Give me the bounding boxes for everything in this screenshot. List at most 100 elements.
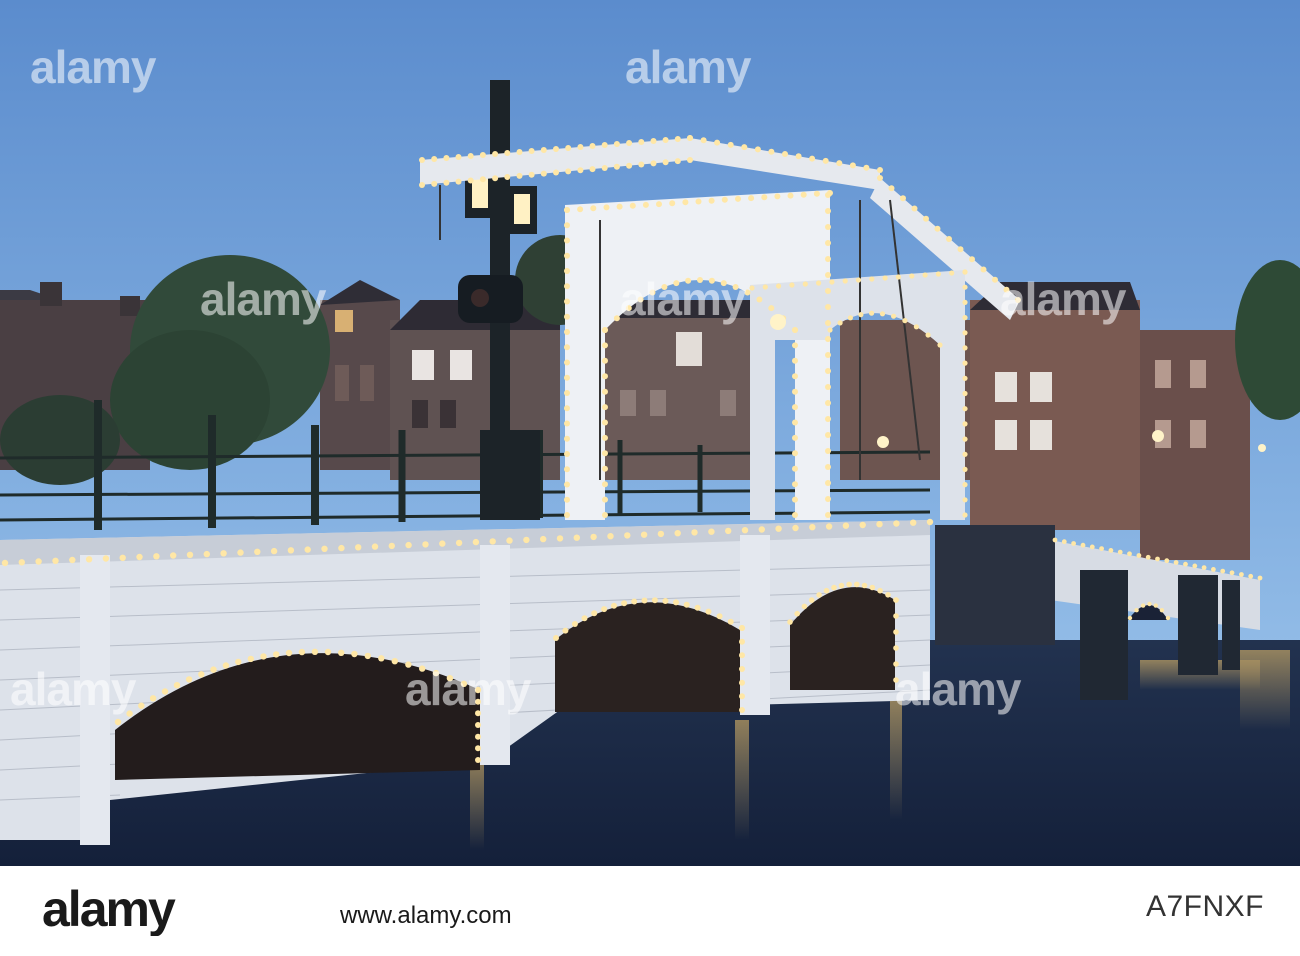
light-bulb: [602, 327, 608, 333]
light-bulb: [825, 523, 833, 530]
light-bulb: [846, 581, 852, 588]
light-bulb: [254, 548, 261, 555]
light-bulb: [590, 533, 597, 541]
light-bulb: [455, 154, 462, 160]
light-bulb: [114, 718, 122, 726]
light-bulb: [962, 451, 968, 457]
light-bulb: [492, 175, 499, 182]
light-bulb: [602, 419, 608, 426]
light-bulb: [467, 177, 474, 184]
light-bulb: [475, 698, 481, 705]
light-bulb: [662, 137, 669, 143]
light-bulb: [504, 150, 511, 156]
light-bulb: [962, 315, 968, 321]
light-bulb: [1089, 544, 1095, 550]
light-bulb: [564, 512, 570, 518]
light-bulb: [962, 406, 968, 412]
light-bulb: [739, 666, 745, 672]
light-bulb: [809, 155, 816, 162]
light-bulb: [1220, 568, 1226, 574]
light-bulb: [687, 135, 693, 141]
light-bulb: [1164, 558, 1170, 564]
light-bulb: [825, 464, 831, 470]
light-bulb: [136, 553, 143, 561]
light-bulb: [247, 655, 254, 663]
light-bulb: [355, 544, 362, 551]
light-bulb: [825, 288, 831, 294]
light-bulb: [611, 602, 617, 609]
light-bulb: [602, 388, 608, 395]
light-bulb: [472, 538, 480, 546]
light-bulb: [825, 416, 831, 422]
light-bulb: [443, 155, 450, 161]
light-bulb: [656, 201, 662, 208]
light-bulb: [787, 619, 793, 625]
light-bulb: [573, 534, 580, 541]
light-bulb: [1192, 563, 1198, 569]
light-bulb: [613, 141, 620, 147]
light-bulb: [405, 541, 412, 549]
light-bulb: [776, 283, 782, 289]
light-bulb: [625, 305, 632, 312]
light-bulb: [1229, 570, 1235, 576]
light-bulb: [891, 313, 897, 319]
light-bulb: [351, 650, 358, 658]
light-bulb: [716, 613, 723, 620]
light-bulb: [613, 315, 620, 322]
light-bulb: [138, 702, 145, 709]
light-bulb: [969, 256, 975, 263]
light-bulb: [849, 162, 856, 169]
light-bulb: [863, 164, 870, 171]
light-bulb: [553, 169, 559, 176]
light-bulb: [700, 137, 707, 144]
light-bulb: [18, 559, 25, 566]
light-bulb: [727, 141, 734, 148]
light-bulb: [602, 512, 608, 518]
light-bulb: [661, 284, 668, 290]
light-bulb: [1071, 541, 1076, 546]
light-bulb: [564, 329, 570, 335]
light-bulb: [577, 144, 584, 150]
light-bulb: [739, 638, 745, 645]
light-bulb: [829, 279, 835, 285]
light-bulb: [475, 757, 481, 763]
light-bulb: [877, 175, 883, 181]
light-bulb: [321, 545, 328, 552]
light-bulb: [802, 281, 808, 287]
light-bulb: [962, 497, 968, 503]
light-bulb: [669, 200, 676, 207]
light-bulb: [153, 553, 160, 560]
light-bulb: [768, 305, 775, 312]
light-bulb: [913, 324, 920, 330]
light-bulb: [602, 465, 608, 472]
light-bulb: [528, 171, 535, 178]
light-bulb: [1003, 286, 1010, 293]
light-bulb: [562, 627, 569, 634]
light-bulb: [847, 315, 854, 321]
light-bulb: [540, 535, 547, 543]
light-bulb: [364, 652, 371, 660]
footer-site-url: www.alamy.com: [340, 902, 512, 929]
light-bulb: [739, 625, 745, 631]
light-bulb: [602, 434, 608, 441]
light-bulb: [877, 167, 883, 173]
light-bulb: [220, 550, 227, 557]
light-bulb: [651, 597, 658, 604]
light-bulb: [523, 536, 530, 544]
light-bulb: [775, 525, 782, 532]
light-bulb: [816, 280, 822, 286]
light-bulb: [1239, 572, 1244, 577]
light-bulb: [161, 688, 169, 695]
light-bulb: [895, 274, 902, 280]
light-bulb: [792, 373, 798, 380]
light-bulb: [893, 613, 899, 619]
light-bulb: [564, 451, 570, 457]
light-bulb: [185, 676, 193, 683]
light-bulb: [455, 539, 463, 547]
light-bulb: [922, 272, 928, 278]
light-bulb: [528, 148, 535, 154]
light-bulb: [602, 373, 608, 380]
light-bulb: [1127, 615, 1133, 621]
light-bulb: [756, 296, 763, 303]
light-bulb: [748, 195, 755, 202]
